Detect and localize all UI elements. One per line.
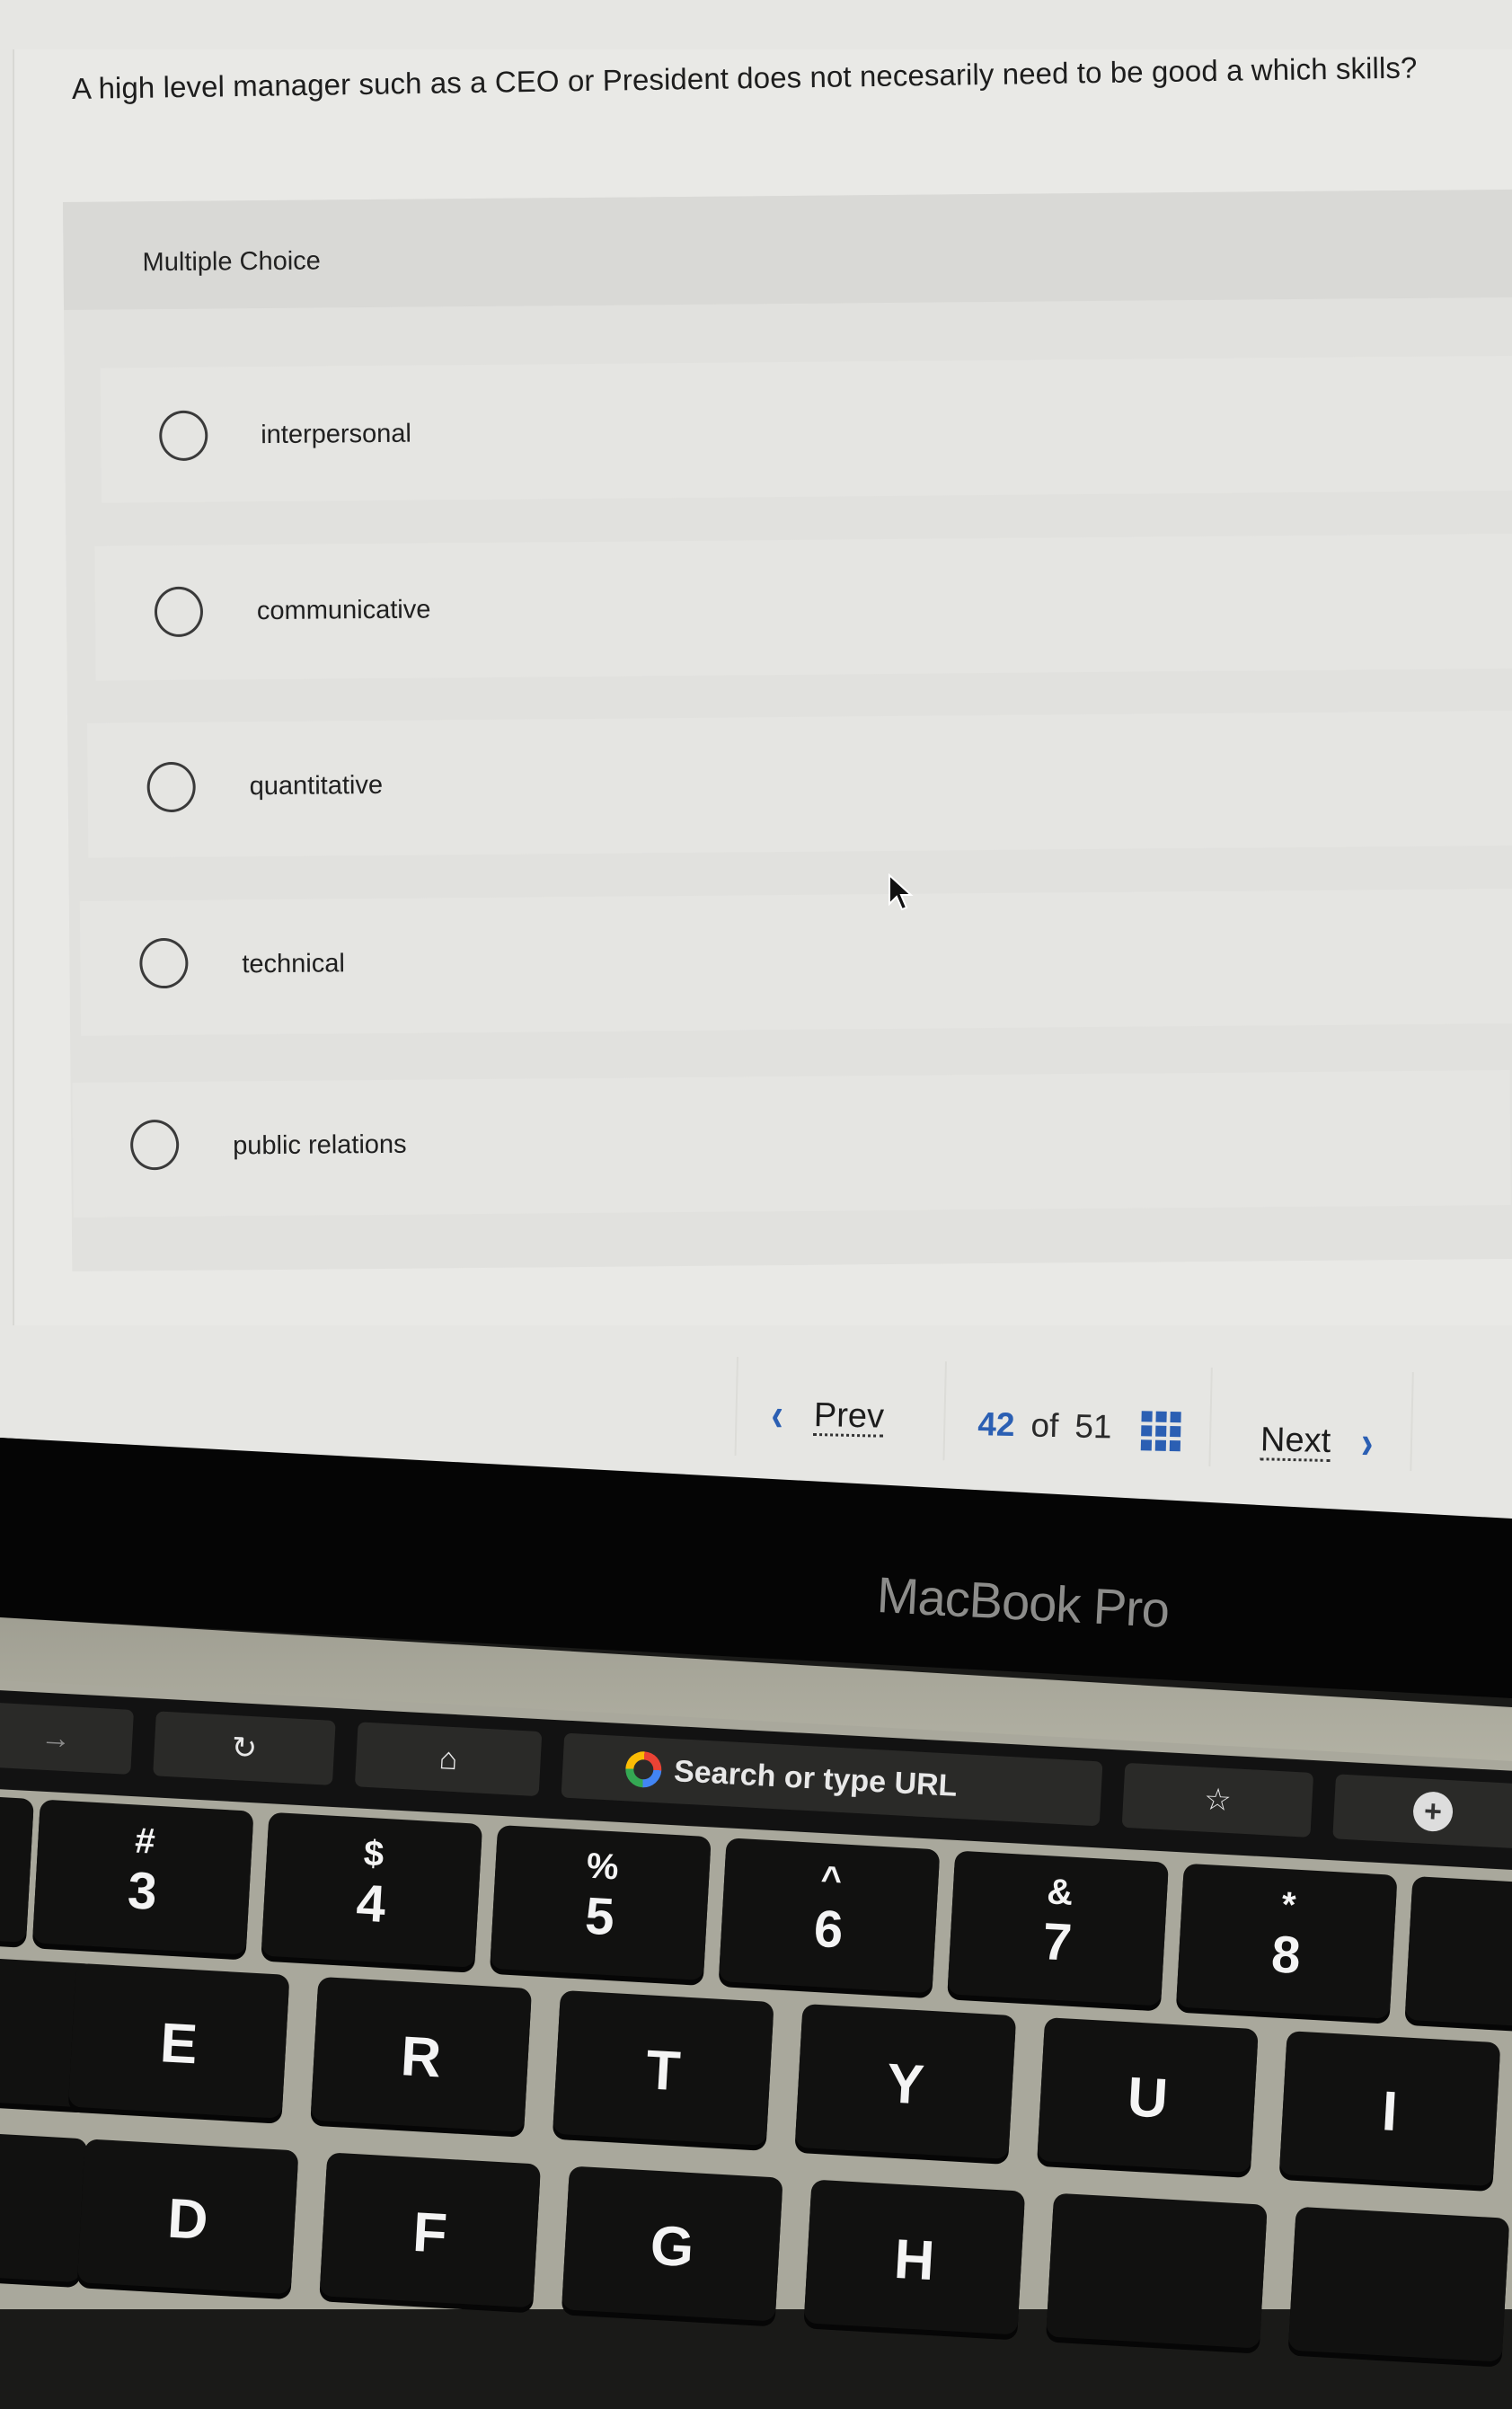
- bookmark-button[interactable]: ☆: [1121, 1762, 1314, 1838]
- total-questions: 51: [1074, 1407, 1112, 1446]
- current-question-number: 42: [977, 1405, 1015, 1444]
- search-placeholder: Search or type URL: [673, 1753, 959, 1803]
- browser-screen: A high level manager such as a CEO or Pr…: [0, 0, 1512, 1528]
- nav-divider: [734, 1357, 738, 1457]
- page-of-label: of: [1030, 1406, 1059, 1445]
- option-label: communicative: [256, 595, 431, 626]
- key-h[interactable]: H: [803, 2179, 1026, 2335]
- key-t[interactable]: T: [553, 1989, 774, 2146]
- question-type-label: Multiple Choice: [142, 246, 321, 278]
- answer-option-technical[interactable]: technical: [79, 888, 1512, 1036]
- key-3[interactable]: # 3: [31, 1799, 254, 1955]
- forward-button[interactable]: →: [0, 1701, 135, 1775]
- radio-button[interactable]: [159, 410, 208, 462]
- key-i[interactable]: I: [1278, 2031, 1501, 2187]
- key-4[interactable]: $ 4: [261, 1811, 483, 1968]
- key-y[interactable]: Y: [794, 2003, 1017, 2159]
- forward-arrow-icon: →: [40, 1720, 73, 1756]
- option-label: technical: [242, 949, 346, 979]
- nav-divider: [942, 1361, 947, 1461]
- key-8[interactable]: * 8: [1176, 1863, 1398, 2019]
- radio-button[interactable]: [139, 937, 189, 989]
- home-icon: ⌂: [438, 1740, 459, 1776]
- reload-icon: ↻: [230, 1730, 259, 1767]
- key-j[interactable]: [1046, 2192, 1268, 2349]
- google-logo-icon: [624, 1750, 663, 1789]
- key-5[interactable]: % 5: [490, 1824, 712, 1981]
- answer-option-public-relations[interactable]: public relations: [72, 1069, 1511, 1218]
- key-s[interactable]: [0, 2127, 88, 2283]
- key-e[interactable]: E: [67, 1962, 290, 2119]
- prev-button[interactable]: ‹ Prev: [771, 1389, 885, 1440]
- plus-circle-icon: +: [1411, 1790, 1455, 1833]
- key-6[interactable]: ^ 6: [718, 1838, 941, 1994]
- key-d[interactable]: D: [76, 2139, 299, 2295]
- radio-button[interactable]: [154, 586, 204, 638]
- answer-option-quantitative[interactable]: quantitative: [87, 710, 1512, 858]
- next-label: Next: [1260, 1421, 1331, 1463]
- radio-button[interactable]: [129, 1119, 180, 1171]
- page-indicator: 42 of 51: [977, 1405, 1112, 1446]
- search-url-field[interactable]: Search or type URL: [561, 1732, 1103, 1827]
- key-r[interactable]: R: [310, 1976, 533, 2132]
- key-f[interactable]: F: [319, 2152, 542, 2308]
- star-icon: ☆: [1203, 1782, 1233, 1819]
- chevron-left-icon: ‹: [770, 1389, 784, 1441]
- option-label: interpersonal: [261, 419, 412, 450]
- key-u[interactable]: U: [1037, 2017, 1259, 2174]
- chevron-right-icon: ›: [1360, 1417, 1375, 1469]
- key-g[interactable]: G: [561, 2165, 783, 2322]
- new-tab-button[interactable]: +: [1332, 1774, 1512, 1849]
- answer-option-interpersonal[interactable]: interpersonal: [100, 355, 1512, 503]
- multiple-choice-panel: Multiple Choice interpersonal communicat…: [63, 189, 1512, 1271]
- mouse-cursor-icon: [889, 873, 914, 911]
- question-type-header: Multiple Choice: [63, 189, 1512, 310]
- answer-option-communicative[interactable]: communicative: [94, 533, 1512, 681]
- next-button[interactable]: Next ›: [1260, 1417, 1374, 1469]
- key-9[interactable]: [1404, 1875, 1512, 2032]
- key-7[interactable]: & 7: [947, 1850, 1169, 2006]
- question-grid-icon[interactable]: [1140, 1411, 1181, 1452]
- option-label: public relations: [233, 1129, 407, 1161]
- prev-label: Prev: [813, 1395, 885, 1438]
- key-k[interactable]: [1287, 2206, 1510, 2362]
- reload-button[interactable]: ↻: [153, 1711, 336, 1785]
- radio-button[interactable]: [146, 761, 196, 813]
- nav-divider: [1410, 1372, 1414, 1472]
- nav-divider: [1208, 1367, 1213, 1466]
- option-label: quantitative: [249, 770, 384, 802]
- home-button[interactable]: ⌂: [354, 1722, 543, 1797]
- key-2[interactable]: [0, 1786, 34, 1943]
